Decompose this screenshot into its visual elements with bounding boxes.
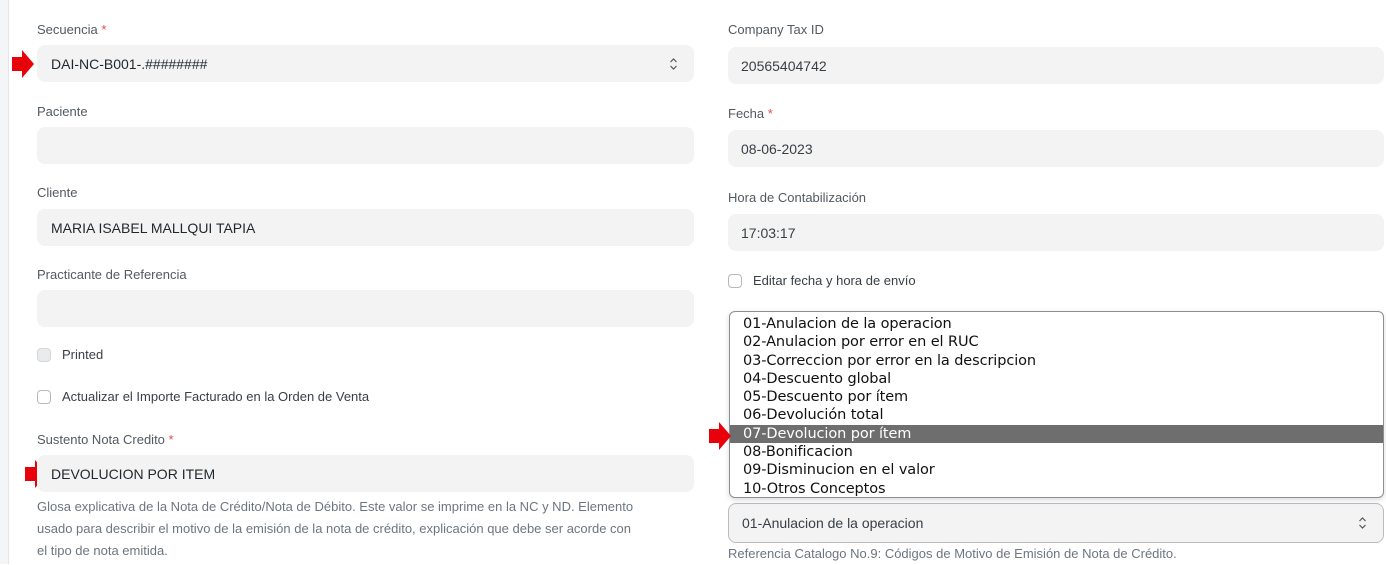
left-sidebar-edge: [0, 0, 9, 564]
updown-chevron-icon: [1359, 517, 1366, 529]
motivo-option[interactable]: 10-Otros Conceptos: [730, 480, 1383, 497]
motivo-option[interactable]: 05-Descuento por ítem: [730, 388, 1383, 406]
fecha-value: 08-06-2023: [741, 140, 813, 157]
printed-label: Printed: [62, 347, 104, 362]
cliente-input[interactable]: MARIA ISABEL MALLQUI TAPIA: [37, 209, 694, 246]
actualizar-row: Actualizar el Importe Facturado en la Or…: [37, 389, 369, 404]
company-tax-value: 20565404742: [741, 57, 827, 74]
sustento-label: Sustento Nota Credito *: [37, 432, 174, 447]
motivo-option[interactable]: 06-Devolución total: [730, 406, 1383, 424]
sustento-help: Glosa explicativa de la Nota de Crédito/…: [37, 499, 634, 558]
motivo-option[interactable]: 01-Anulacion de la operacion: [730, 315, 1383, 333]
fecha-input[interactable]: 08-06-2023: [728, 130, 1384, 167]
cliente-value: MARIA ISABEL MALLQUI TAPIA: [51, 219, 256, 236]
red-arrow-icon: [709, 422, 731, 450]
motivo-option[interactable]: 09-Disminucion en el valor: [730, 461, 1383, 479]
motivo-option[interactable]: 02-Anulacion por error en el RUC: [730, 333, 1383, 351]
sustento-input[interactable]: DEVOLUCION POR ITEM: [37, 455, 694, 492]
editar-row: Editar fecha y hora de envío: [728, 273, 916, 288]
secuencia-label: Secuencia *: [37, 22, 107, 37]
motivo-value: 01-Anulacion de la operacion: [742, 515, 924, 531]
printed-checkbox[interactable]: [37, 347, 51, 362]
cliente-label: Cliente: [37, 185, 78, 200]
motivo-dropdown-list[interactable]: 01-Anulacion de la operacion 02-Anulacio…: [729, 311, 1384, 498]
practicante-input[interactable]: [37, 290, 694, 327]
motivo-select[interactable]: 01-Anulacion de la operacion: [728, 503, 1384, 543]
hora-value: 17:03:17: [741, 224, 796, 241]
printed-row: Printed: [37, 347, 103, 362]
paciente-label: Paciente: [37, 104, 88, 119]
actualizar-label: Actualizar el Importe Facturado en la Or…: [62, 389, 370, 404]
motivo-option[interactable]: 08-Bonificacion: [730, 443, 1383, 461]
hora-input[interactable]: 17:03:17: [728, 214, 1384, 251]
motivo-option-highlighted[interactable]: 07-Devolucion por ítem: [730, 424, 1383, 444]
motivo-option[interactable]: 04-Descuento global: [730, 370, 1383, 388]
practicante-label: Practicante de Referencia: [37, 267, 187, 282]
actualizar-checkbox[interactable]: [37, 389, 51, 404]
red-arrow-icon: [12, 50, 34, 78]
hora-label: Hora de Contabilización: [728, 190, 867, 205]
company-tax-label: Company Tax ID: [728, 22, 824, 37]
editar-checkbox[interactable]: [728, 273, 742, 288]
fecha-label: Fecha *: [728, 106, 773, 121]
motivo-help: Referencia Catalogo No.9: Códigos de Mot…: [728, 546, 1177, 561]
paciente-input[interactable]: [37, 127, 694, 164]
secuencia-value: DAI-NC-B001-.########: [51, 55, 208, 72]
company-tax-input[interactable]: 20565404742: [728, 47, 1384, 84]
secuencia-select[interactable]: DAI-NC-B001-.########: [37, 45, 694, 82]
sustento-value: DEVOLUCION POR ITEM: [51, 465, 216, 482]
motivo-option[interactable]: 03-Correccion por error en la descripcio…: [730, 352, 1383, 370]
editar-label: Editar fecha y hora de envío: [753, 273, 916, 288]
updown-chevron-icon: [670, 57, 677, 70]
